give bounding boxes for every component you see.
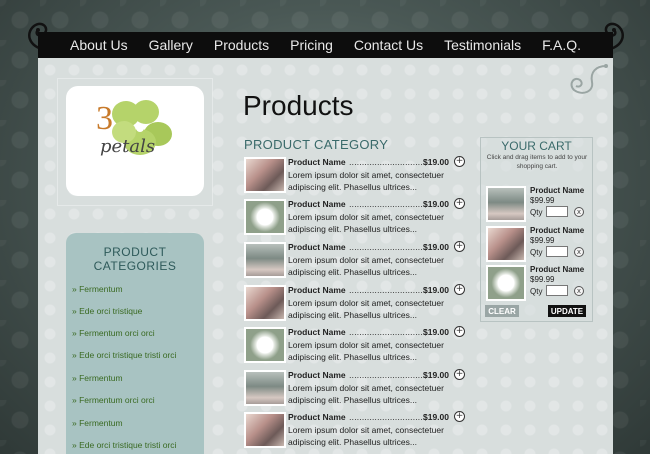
product-leader-dots: ...............................: [349, 158, 428, 167]
product-price: $19.00: [423, 199, 449, 209]
panel-swirl-icon: [570, 64, 608, 94]
remove-item-icon[interactable]: x: [574, 207, 584, 217]
category-link[interactable]: » Fermentum: [72, 284, 123, 294]
product-row[interactable]: Product Name............................…: [244, 369, 469, 408]
add-to-cart-icon[interactable]: +: [454, 284, 465, 295]
cart-item-price: $99.99: [530, 275, 555, 284]
product-row[interactable]: Product Name............................…: [244, 411, 469, 450]
product-leader-dots: ...............................: [349, 286, 428, 295]
add-to-cart-icon[interactable]: +: [454, 156, 465, 167]
cart-item-name: Product Name: [530, 186, 585, 195]
cart-item[interactable]: Product Name $99.99 Qty x: [486, 186, 591, 224]
product-name[interactable]: Product Name: [288, 199, 346, 209]
product-leader-dots: ...............................: [349, 413, 428, 422]
product-price: $19.00: [423, 327, 449, 337]
nav-faq[interactable]: F.A.Q.: [542, 37, 581, 53]
product-price: $19.00: [423, 285, 449, 295]
cart-qty-label: Qty: [530, 208, 543, 217]
product-thumbnail[interactable]: [244, 327, 286, 363]
product-name[interactable]: Product Name: [288, 285, 346, 295]
cart-qty-label: Qty: [530, 287, 543, 296]
cart-qty-label: Qty: [530, 248, 543, 257]
cart-item-thumbnail: [486, 226, 526, 262]
product-thumbnail[interactable]: [244, 412, 286, 448]
logo-card[interactable]: 3 petals: [66, 86, 204, 196]
cart-item-price: $99.99: [530, 236, 555, 245]
product-thumbnail[interactable]: [244, 285, 286, 321]
product-description: Lorem ipsum dolor sit amet, consectetuer…: [288, 170, 444, 192]
product-row[interactable]: Product Name............................…: [244, 156, 469, 195]
category-link[interactable]: » Fermentum: [72, 418, 123, 428]
category-panel-title: PRODUCT CATEGORIES: [93, 245, 177, 273]
cart-title: YOUR CART: [501, 139, 572, 153]
category-link[interactable]: » Ede orci tristique tristi orci: [72, 350, 176, 360]
cart-item-name: Product Name: [530, 226, 585, 235]
product-description: Lorem ipsum dolor sit amet, consectetuer…: [288, 212, 444, 234]
nav-testimonials[interactable]: Testimonials: [444, 37, 521, 53]
product-description: Lorem ipsum dolor sit amet, consectetuer…: [288, 383, 444, 405]
cart-item[interactable]: Product Name $99.99 Qty x: [486, 265, 591, 303]
product-leader-dots: ...............................: [349, 328, 428, 337]
product-category-heading: PRODUCT CATEGORY: [244, 137, 389, 152]
category-link[interactable]: » Fermentum: [72, 373, 123, 383]
logo-wordmark: petals: [100, 136, 156, 157]
logo-numeral: 3: [96, 100, 113, 137]
nav-contact-us[interactable]: Contact Us: [354, 37, 423, 53]
cart-instructions: Click and drag items to add to your shop…: [486, 154, 588, 170]
product-description: Lorem ipsum dolor sit amet, consectetuer…: [288, 340, 444, 362]
product-name[interactable]: Product Name: [288, 370, 346, 380]
product-description: Lorem ipsum dolor sit amet, consectetuer…: [288, 255, 444, 277]
nav-about-us[interactable]: About Us: [70, 37, 128, 53]
update-cart-button[interactable]: UPDATE: [548, 305, 586, 317]
cart-qty-input[interactable]: [546, 246, 568, 257]
cart-item-thumbnail: [486, 186, 526, 222]
product-leader-dots: ...............................: [349, 243, 428, 252]
category-link[interactable]: » Ede orci tristique: [72, 306, 142, 316]
cart-item-thumbnail: [486, 265, 526, 301]
product-row[interactable]: Product Name............................…: [244, 326, 469, 365]
product-price: $19.00: [423, 242, 449, 252]
add-to-cart-icon[interactable]: +: [454, 241, 465, 252]
product-thumbnail[interactable]: [244, 242, 286, 278]
product-thumbnail[interactable]: [244, 199, 286, 235]
cart-item[interactable]: Product Name $99.99 Qty x: [486, 226, 591, 264]
product-thumbnail[interactable]: [244, 370, 286, 406]
product-leader-dots: ...............................: [349, 200, 428, 209]
clear-cart-button[interactable]: CLEAR: [485, 305, 519, 317]
cart-item-price: $99.99: [530, 196, 555, 205]
cart-qty-input[interactable]: [546, 285, 568, 296]
product-description: Lorem ipsum dolor sit amet, consectetuer…: [288, 425, 444, 447]
add-to-cart-icon[interactable]: +: [454, 369, 465, 380]
cart-qty-input[interactable]: [546, 206, 568, 217]
product-price: $19.00: [423, 157, 449, 167]
nav-products[interactable]: Products: [214, 37, 269, 53]
category-link[interactable]: » Fermentum orci orci: [72, 395, 155, 405]
remove-item-icon[interactable]: x: [574, 286, 584, 296]
main-nav: About Us Gallery Products Pricing Contac…: [38, 32, 613, 58]
category-link[interactable]: » Fermentum orci orci: [72, 328, 155, 338]
product-name[interactable]: Product Name: [288, 157, 346, 167]
category-link[interactable]: » Ede orci tristique tristi orci: [72, 440, 176, 450]
page-title: Products: [243, 90, 354, 121]
product-row[interactable]: Product Name............................…: [244, 241, 469, 280]
product-name[interactable]: Product Name: [288, 327, 346, 337]
add-to-cart-icon[interactable]: +: [454, 326, 465, 337]
nav-pricing[interactable]: Pricing: [290, 37, 333, 53]
product-row[interactable]: Product Name............................…: [244, 284, 469, 323]
product-price: $19.00: [423, 370, 449, 380]
product-name[interactable]: Product Name: [288, 412, 346, 422]
add-to-cart-icon[interactable]: +: [454, 198, 465, 209]
product-price: $19.00: [423, 412, 449, 422]
product-leader-dots: ...............................: [349, 371, 428, 380]
product-thumbnail[interactable]: [244, 157, 286, 193]
product-row[interactable]: Product Name............................…: [244, 198, 469, 237]
remove-item-icon[interactable]: x: [574, 247, 584, 257]
product-name[interactable]: Product Name: [288, 242, 346, 252]
cart-item-name: Product Name: [530, 265, 585, 274]
add-to-cart-icon[interactable]: +: [454, 411, 465, 422]
nav-gallery[interactable]: Gallery: [149, 37, 193, 53]
product-description: Lorem ipsum dolor sit amet, consectetuer…: [288, 298, 444, 320]
